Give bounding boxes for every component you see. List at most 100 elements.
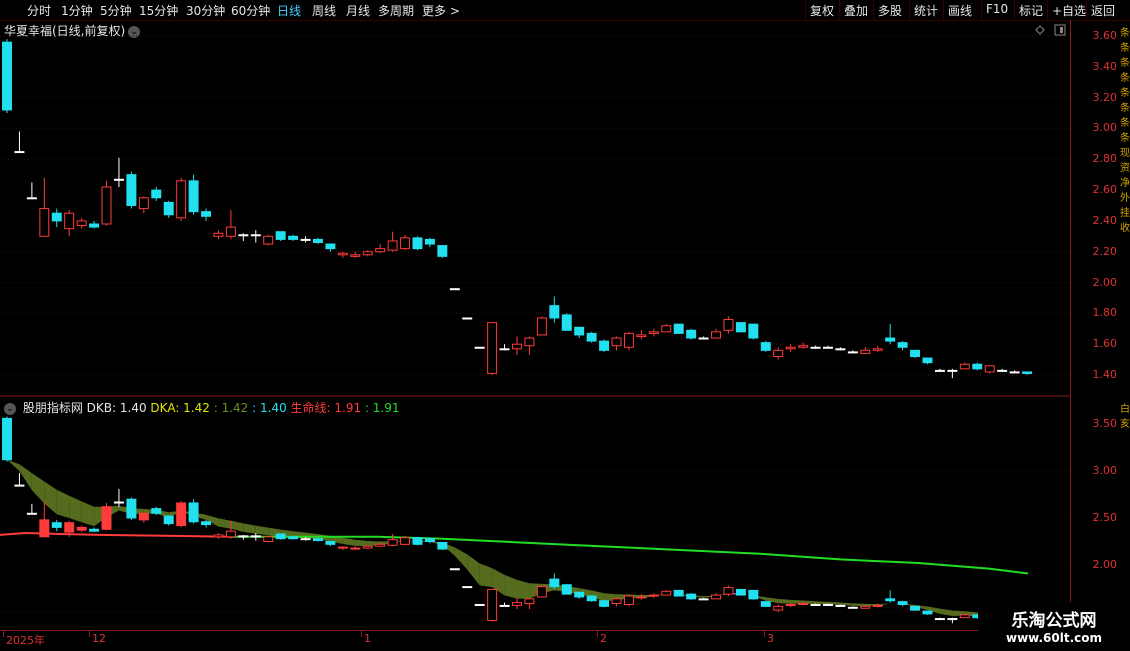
trend-band [455,547,467,569]
candle-body [3,418,12,459]
candle-body [77,221,86,226]
date-tick [3,631,4,637]
candle-body [799,346,808,348]
candle-body [513,603,522,606]
candle-body [40,520,49,537]
date-tick [597,631,598,637]
toolbar-divider [1086,0,1087,20]
candle-body [127,499,136,518]
candle-body [886,599,895,601]
panel-toggle-icon-inner [1060,27,1063,33]
candle-body [65,523,74,532]
candlestick-chart[interactable] [0,0,1070,630]
candle-body [799,604,808,605]
candle-body [289,236,298,239]
trend-band [480,563,492,587]
candle-body [823,604,832,605]
candle-body [761,343,770,351]
trend-band [853,603,865,606]
candle-body [973,364,982,369]
trend-band [32,473,44,503]
candle-body [550,306,559,318]
trend-band [343,538,355,546]
candle-body [177,503,186,526]
candle-body [388,241,397,250]
candle-body [836,605,845,606]
trend-band [816,601,828,604]
candle-body [612,338,621,346]
indicator-tick-label: 2.00 [1093,558,1118,571]
price-tick-label: 2.60 [1093,183,1118,196]
candle-body [612,599,621,604]
candle-body [488,323,497,374]
candle-body [52,523,61,528]
candle-body [662,326,671,332]
candle-body [649,332,658,334]
candle-body [749,324,758,338]
date-tick-label: 2025年 [6,632,45,648]
candle-body [3,42,12,110]
candle-body [226,531,235,537]
indicator-tick-label: 3.50 [1093,417,1118,430]
trend-band [517,580,529,599]
candle-body [152,190,161,198]
candle-body [313,539,322,541]
candle-body [164,516,173,524]
trend-band [778,599,790,604]
candle-body [811,347,820,348]
price-tick-label: 3.20 [1093,91,1118,104]
trend-band [467,554,479,585]
candle-body [376,249,385,252]
trend-band [57,490,69,518]
trend-band [505,575,517,599]
candle-body [363,252,372,255]
candle-body [898,602,907,605]
candle-body [624,596,633,604]
candle-body [848,352,857,353]
candle-body [823,347,832,348]
candle-body [786,604,795,605]
candle-body [500,349,509,350]
candle-body [90,224,99,227]
candle-body [90,529,99,531]
candle-body [214,535,223,537]
candle-body [624,333,633,347]
candle-body [500,605,509,606]
candle-body [363,546,372,548]
candle-body [114,179,123,180]
candle-body [525,338,534,346]
candle-body [164,202,173,214]
candle-body [401,538,410,545]
candle-body [911,606,920,610]
candle-body [1010,372,1019,373]
candle-body [562,585,571,594]
candle-body [948,370,957,371]
candle-body [326,244,335,249]
candle-body [425,239,434,244]
candle-body [736,589,745,595]
candle-body [861,350,870,353]
watermark-url: www.60lt.com [978,631,1130,645]
candle-body [774,606,783,610]
candle-body [886,338,895,341]
candle-body [923,358,932,363]
candle-body [189,503,198,522]
candle-body [463,587,472,588]
price-tick-label: 1.40 [1093,368,1118,381]
candle-body [600,341,609,350]
candle-body [264,236,273,244]
candle-body [861,606,870,608]
price-tick-label: 2.40 [1093,214,1118,227]
candle-body [537,587,546,597]
candle-body [786,347,795,349]
candle-body [289,537,298,539]
candle-body [736,323,745,332]
side-info-strip: 条条条条条条条条现资净外挂收 [1120,24,1130,394]
candle-body [226,227,235,236]
candle-body [960,364,969,369]
candle-body [102,187,111,224]
candle-body [699,599,708,600]
candle-body [513,344,522,349]
candle-body [873,349,882,351]
toolbar-button-8[interactable]: 返回 [1091,2,1115,19]
